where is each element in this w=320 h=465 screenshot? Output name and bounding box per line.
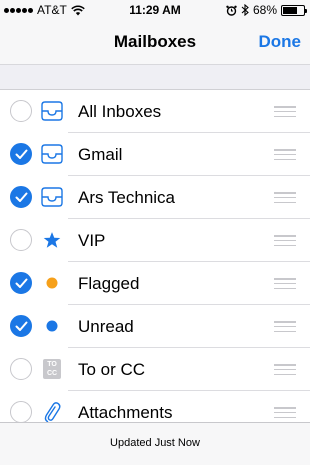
orange-dot-icon [40, 273, 64, 293]
unchecked-circle-icon[interactable] [10, 229, 32, 251]
mailbox-label: To or CC [78, 360, 146, 379]
inbox-tray-icon [40, 101, 64, 121]
mailbox-list: All Inboxes Gmail Ars Technica VIP Flagged Un… [0, 90, 310, 434]
status-right: 68% [226, 3, 307, 17]
inbox-tray-icon [40, 187, 64, 207]
blue-dot-icon [40, 316, 64, 336]
to-cc-icon-bottom-text: CC [46, 370, 58, 377]
unchecked-circle-icon[interactable] [10, 358, 32, 380]
mailbox-row-gmail[interactable]: Gmail [0, 133, 310, 176]
mailbox-label: Unread [78, 317, 134, 336]
checked-circle-icon[interactable] [10, 272, 32, 294]
battery-level [283, 6, 297, 14]
done-button[interactable]: Done [259, 32, 302, 52]
to-cc-icon: TO CC [40, 359, 64, 379]
battery-percent: 68% [252, 3, 277, 17]
mailbox-label: Flagged [78, 274, 140, 293]
mailbox-row-vip[interactable]: VIP [0, 219, 310, 262]
unchecked-circle-icon[interactable] [10, 100, 32, 122]
mailbox-label: All Inboxes [78, 102, 162, 121]
update-status: Updated Just Now [110, 437, 200, 449]
to-cc-icon-top-text: TO [47, 361, 57, 368]
reorder-handle-icon[interactable] [274, 149, 296, 160]
reorder-handle-icon[interactable] [274, 407, 296, 418]
reorder-handle-icon[interactable] [274, 321, 296, 332]
mailbox-row-to-or-cc[interactable]: TO CC To or CC [0, 348, 310, 391]
inbox-tray-icon [40, 144, 64, 164]
mailbox-label: Ars Technica [78, 188, 176, 207]
navigation-bar: Mailboxes Done [0, 20, 310, 64]
mailbox-row-flagged[interactable]: Flagged [0, 262, 310, 305]
checked-circle-icon[interactable] [10, 315, 32, 337]
checked-circle-icon[interactable] [10, 186, 32, 208]
reorder-handle-icon[interactable] [274, 235, 296, 246]
mailbox-row-ars-technica[interactable]: Ars Technica [0, 176, 310, 219]
unchecked-circle-icon[interactable] [10, 401, 32, 423]
reorder-handle-icon[interactable] [274, 106, 296, 117]
status-bar: AT&T 11:29 AM 68% [0, 0, 310, 20]
mailbox-row-unread[interactable]: Unread [0, 305, 310, 348]
mailbox-label: Gmail [78, 145, 123, 164]
mailbox-label: VIP [78, 231, 106, 250]
mailbox-row-all-inboxes[interactable]: All Inboxes [0, 90, 310, 133]
reorder-handle-icon[interactable] [274, 278, 296, 289]
mailbox-label: Attachments [78, 403, 173, 422]
battery-icon [281, 4, 307, 16]
reorder-handle-icon[interactable] [274, 364, 296, 375]
bottom-toolbar: Updated Just Now [0, 422, 310, 465]
reorder-handle-icon[interactable] [274, 192, 296, 203]
checked-circle-icon[interactable] [10, 143, 32, 165]
bluetooth-icon [241, 4, 249, 16]
star-icon [40, 230, 64, 250]
alarm-icon [226, 5, 237, 16]
section-header [0, 64, 310, 90]
paperclip-icon [40, 402, 64, 423]
